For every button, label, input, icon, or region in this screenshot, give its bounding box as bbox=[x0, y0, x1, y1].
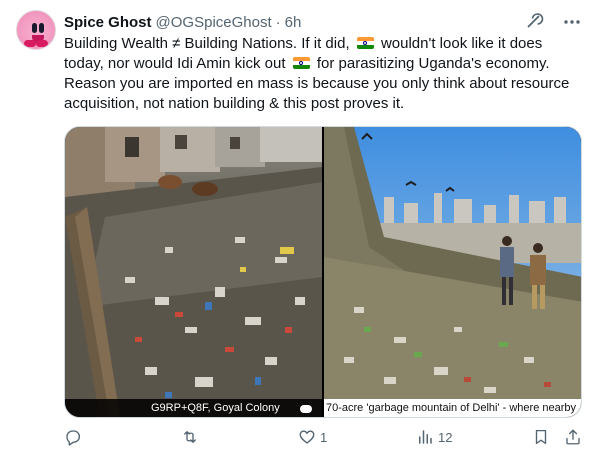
share-button[interactable] bbox=[564, 428, 582, 446]
garbage-mountain-photo[interactable]: 70-acre 'garbage mountain of Delhi' - wh… bbox=[324, 127, 581, 417]
tweet-line-1: Building Wealth ≠ Building Nations. If i… bbox=[64, 34, 584, 54]
tweet-timestamp[interactable]: 6h bbox=[285, 14, 302, 31]
avatar-eye-right bbox=[39, 23, 44, 33]
tweet-actions: 1 12 bbox=[64, 428, 588, 452]
separator-dot: · bbox=[275, 13, 281, 31]
tweet-line-2: today, nor would Idi Amin kick out for p… bbox=[64, 54, 584, 74]
bookmark-button[interactable] bbox=[532, 428, 550, 446]
avatar-foot-left bbox=[24, 40, 36, 47]
tweet-text-segment: wouldn't look like it does bbox=[380, 35, 543, 52]
tweet-text: Building Wealth ≠ Building Nations. If i… bbox=[64, 34, 584, 114]
avatar-foot-right bbox=[36, 40, 48, 47]
tweet-text-segment: today, nor would Idi Amin kick out bbox=[64, 55, 286, 72]
reply-button[interactable] bbox=[64, 428, 86, 446]
right-photo-caption: 70-acre 'garbage mountain of Delhi' - wh… bbox=[324, 399, 581, 417]
heart-icon bbox=[299, 430, 315, 444]
retweet-button[interactable] bbox=[180, 428, 204, 446]
header-actions bbox=[524, 12, 582, 32]
author-name[interactable]: Spice Ghost bbox=[64, 14, 152, 31]
tweet-line-3: Reason you are imported en mass is becau… bbox=[64, 75, 570, 92]
tweet-media[interactable]: G9RP+Q8F, Goyal Colony 70-acre 'garbage … bbox=[64, 126, 582, 418]
views-button[interactable]: 12 bbox=[416, 428, 452, 446]
author-handle[interactable]: @OGSpiceGhost bbox=[156, 14, 272, 31]
views-count: 12 bbox=[438, 429, 453, 445]
more-icon[interactable] bbox=[562, 12, 582, 32]
share-icon bbox=[566, 429, 580, 445]
like-button[interactable]: 1 bbox=[298, 428, 327, 446]
avatar[interactable] bbox=[16, 10, 56, 50]
left-photo-caption: G9RP+Q8F, Goyal Colony bbox=[65, 399, 322, 417]
avatar-eye-left bbox=[32, 23, 37, 33]
retweet-icon bbox=[184, 431, 196, 443]
bookmark-icon bbox=[535, 429, 547, 445]
tweet-line-4: acquisition, not nation building & this … bbox=[64, 95, 405, 112]
cloud-icon bbox=[300, 405, 312, 413]
india-flag-icon bbox=[356, 37, 374, 49]
views-icon bbox=[419, 430, 432, 444]
tweet-header: Spice Ghost @OGSpiceGhost · 6h bbox=[64, 12, 301, 32]
india-flag-icon bbox=[292, 57, 310, 69]
street-garbage-photo[interactable]: G9RP+Q8F, Goyal Colony bbox=[65, 127, 322, 417]
tweet-text-segment: for parasitizing Uganda's economy. bbox=[316, 55, 550, 72]
reply-icon bbox=[66, 430, 81, 446]
like-count: 1 bbox=[320, 429, 328, 445]
tweet-text-segment: Building Wealth ≠ Building Nations. If i… bbox=[64, 35, 350, 52]
grok-icon[interactable] bbox=[524, 12, 544, 32]
